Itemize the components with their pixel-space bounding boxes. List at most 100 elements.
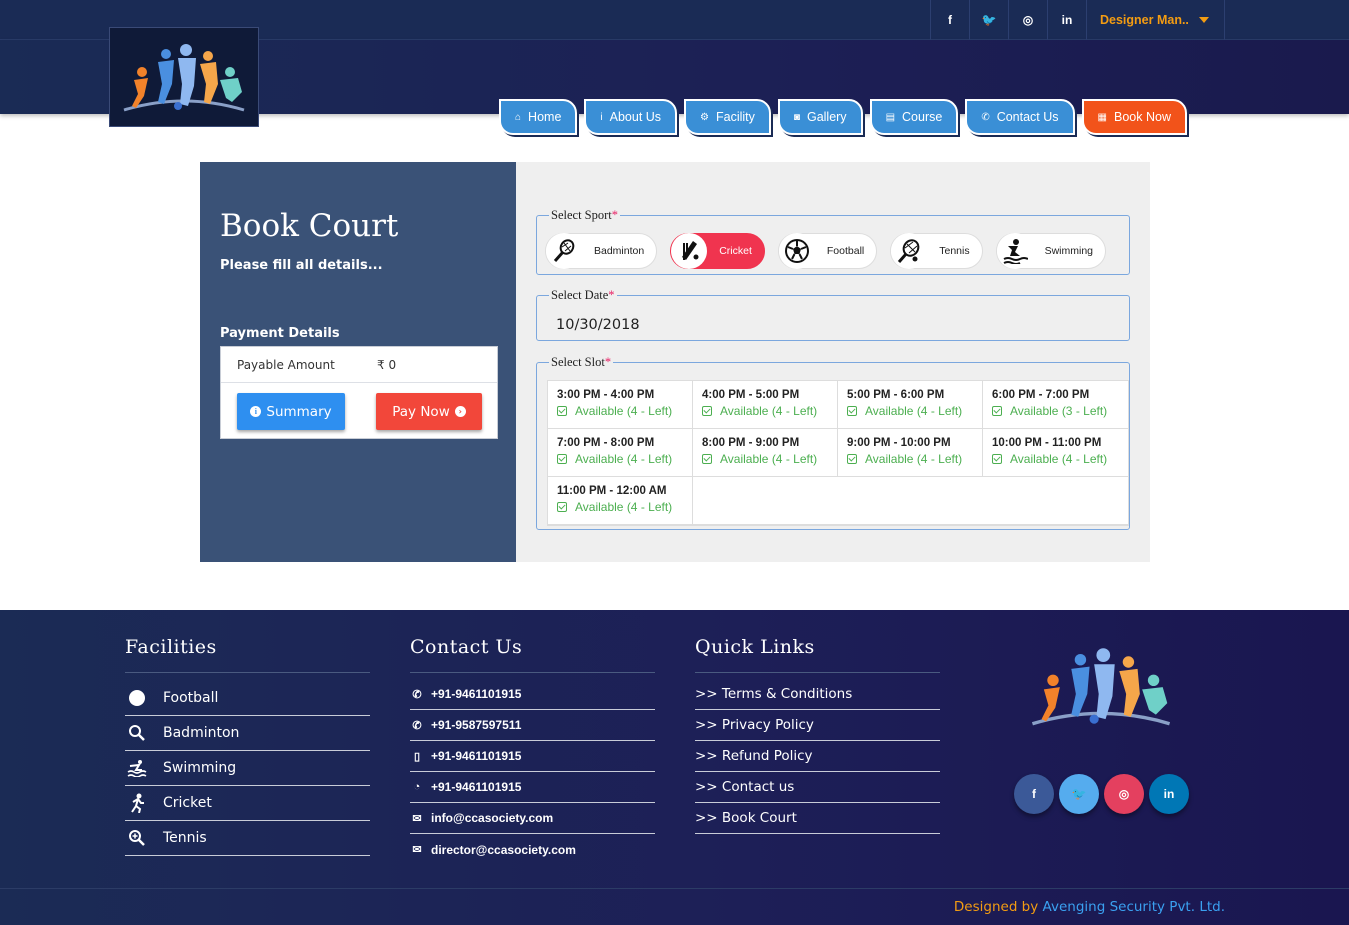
check-square-icon [847, 406, 857, 416]
footer-facilities: Facilities Football Badminton Swimming C… [125, 636, 370, 856]
sport-options: Badminton Cricket Football Tennis Swimmi… [545, 233, 1119, 269]
select-date-legend: Select Date* [551, 288, 615, 302]
check-square-icon [557, 406, 567, 416]
contact-heading: Contact Us [410, 636, 655, 673]
contact-item[interactable]: ✉ director@ccasociety.com [410, 834, 655, 865]
check-square-icon [702, 406, 712, 416]
footer-social-links: f 🐦 ◎ in [1014, 774, 1194, 814]
facility-item-cricket[interactable]: Cricket [125, 786, 370, 821]
user-menu-label: Designer Man.. [1100, 13, 1189, 27]
payment-details-heading: Payment Details [220, 326, 340, 341]
nav-about-us[interactable]: i About Us [584, 99, 678, 135]
booking-section: Book Court Please fill all details... Pa… [200, 162, 1150, 562]
check-square-icon [847, 454, 857, 464]
contact-item[interactable]: ✉ info@ccasociety.com [410, 803, 655, 834]
phone-icon: ✆ [981, 111, 990, 123]
facilities-heading: Facilities [125, 636, 370, 673]
slot-cell[interactable]: 11:00 PM - 12:00 AM Available (4 - Left) [548, 477, 693, 525]
phone-icon: ✆ [412, 719, 422, 732]
payment-details-box: Payable Amount ₹ 0 i Summary Pay Now › [220, 346, 498, 439]
instagram-icon[interactable]: ◎ [1008, 0, 1047, 40]
zoom-icon [127, 828, 147, 848]
quick-link-terms[interactable]: >> Terms & Conditions [695, 679, 940, 710]
booking-info-panel: Book Court Please fill all details... Pa… [200, 162, 516, 562]
swimming-icon [127, 758, 147, 778]
slot-cell[interactable]: 4:00 PM - 5:00 PM Available (4 - Left) [693, 381, 838, 429]
running-icon [127, 793, 147, 813]
quick-links-heading: Quick Links [695, 636, 940, 673]
slot-cell[interactable]: 3:00 PM - 4:00 PM Available (4 - Left) [548, 381, 693, 429]
main-nav: ⌂ Home i About Us ⚙ Facility ◙ Gallery ▤ Cour… [499, 99, 1187, 135]
facebook-icon[interactable]: f [930, 0, 969, 40]
linkedin-icon[interactable]: in [1047, 0, 1086, 40]
quick-link-book-court[interactable]: >> Book Court [695, 803, 940, 834]
contact-item[interactable]: ▯ +91-9461101915 [410, 741, 655, 772]
header-social-links: f 🐦 ◎ in [930, 0, 1086, 40]
date-input[interactable]: 10/30/2018 [556, 317, 640, 333]
designer-company-link[interactable]: Avenging Security Pvt. Ltd. [1043, 899, 1225, 915]
twitter-icon[interactable]: 🐦 [1059, 774, 1099, 814]
contact-item[interactable]: ◔ +91-9461101915 [410, 772, 655, 803]
select-slot-group: Select Slot* 3:00 PM - 4:00 PM Available … [536, 355, 1130, 530]
sport-option-cricket[interactable]: Cricket [670, 233, 765, 269]
facility-item-swimming[interactable]: Swimming [125, 751, 370, 786]
select-slot-legend: Select Slot* [551, 355, 612, 369]
footer-quick-links: Quick Links >> Terms & Conditions >> Pri… [695, 636, 940, 834]
facility-item-football[interactable]: Football [125, 681, 370, 716]
summary-button[interactable]: i Summary [237, 393, 345, 430]
contact-item[interactable]: ✆ +91-9461101915 [410, 679, 655, 710]
info-icon: i [600, 111, 603, 123]
nav-course[interactable]: ▤ Course [869, 99, 959, 135]
nav-book-now[interactable]: ▦ Book Now [1081, 99, 1187, 135]
site-logo[interactable] [109, 27, 259, 127]
payable-amount-value: ₹ 0 [377, 358, 397, 372]
facility-item-tennis[interactable]: Tennis [125, 821, 370, 856]
pay-now-button[interactable]: Pay Now › [376, 393, 482, 430]
facebook-icon[interactable]: f [1014, 774, 1054, 814]
envelope-icon: ✉ [412, 812, 422, 825]
calendar-icon: ▦ [1097, 111, 1107, 123]
slot-cell[interactable]: 10:00 PM - 11:00 PM Available (4 - Left) [983, 429, 1128, 477]
contact-item[interactable]: ✆ +91-9587597511 [410, 710, 655, 741]
nav-contact-us[interactable]: ✆ Contact Us [965, 99, 1075, 135]
payable-amount-row: Payable Amount ₹ 0 [221, 347, 497, 383]
quick-link-privacy[interactable]: >> Privacy Policy [695, 710, 940, 741]
slot-cell[interactable]: 6:00 PM - 7:00 PM Available (3 - Left) [983, 381, 1128, 429]
slot-cell[interactable]: 5:00 PM - 6:00 PM Available (4 - Left) [838, 381, 983, 429]
football-icon [127, 688, 147, 708]
quick-link-contact[interactable]: >> Contact us [695, 772, 940, 803]
sport-option-swimming[interactable]: Swimming [995, 233, 1107, 269]
caret-down-icon [1198, 17, 1209, 23]
nav-facility[interactable]: ⚙ Facility [684, 99, 771, 135]
facility-item-badminton[interactable]: Badminton [125, 716, 370, 751]
payable-amount-label: Payable Amount [237, 357, 335, 372]
slot-cell[interactable]: 8:00 PM - 9:00 PM Available (4 - Left) [693, 429, 838, 477]
camera-icon: ◙ [793, 111, 800, 123]
nav-home[interactable]: ⌂ Home [499, 99, 578, 135]
sport-option-badminton[interactable]: Badminton [545, 233, 658, 269]
instagram-icon[interactable]: ◎ [1104, 774, 1144, 814]
sport-option-tennis[interactable]: Tennis [890, 233, 983, 269]
sports-logo-graphic [1031, 648, 1171, 726]
phone-icon: ✆ [412, 688, 422, 701]
slot-cell[interactable]: 9:00 PM - 10:00 PM Available (4 - Left) [838, 429, 983, 477]
sport-option-football[interactable]: Football [777, 233, 878, 269]
footer-logo [1021, 628, 1181, 744]
footer: Facilities Football Badminton Swimming C… [0, 610, 1349, 925]
user-menu-dropdown[interactable]: Designer Man.. [1086, 0, 1225, 40]
check-square-icon [557, 454, 567, 464]
check-square-icon [992, 454, 1002, 464]
page-title: Book Court [220, 208, 399, 244]
twitter-icon[interactable]: 🐦 [969, 0, 1008, 40]
home-icon: ⌂ [515, 111, 522, 123]
slot-cell[interactable]: 7:00 PM - 8:00 PM Available (4 - Left) [548, 429, 693, 477]
nav-gallery[interactable]: ◙ Gallery [777, 99, 863, 135]
quick-link-refund[interactable]: >> Refund Policy [695, 741, 940, 772]
football-icon [778, 233, 815, 269]
swimming-icon [996, 233, 1033, 269]
cricket-bat-icon [671, 233, 708, 269]
select-sport-legend: Select Sport* [551, 208, 619, 222]
search-icon [127, 723, 147, 743]
linkedin-icon[interactable]: in [1149, 774, 1189, 814]
badminton-racket-icon [546, 233, 582, 269]
